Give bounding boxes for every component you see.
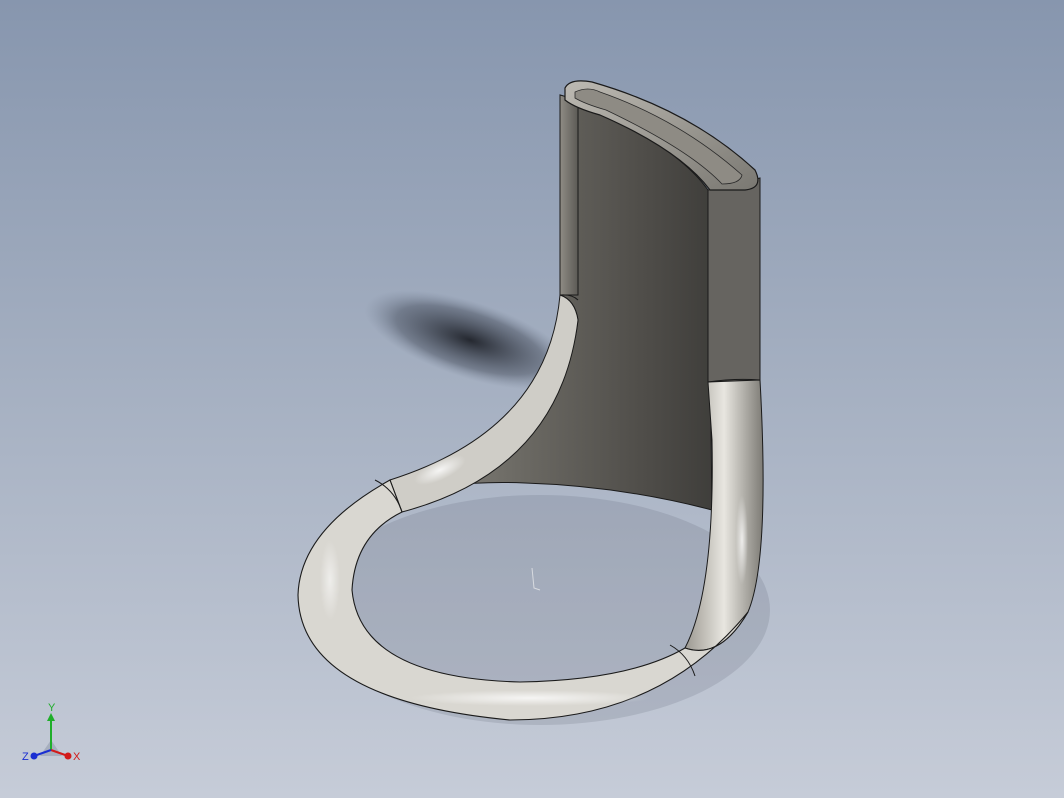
triad-y-label: Y	[48, 702, 56, 714]
ring-highlight-left	[320, 540, 340, 620]
triad-x-arrow	[64, 752, 72, 760]
triad-z-label: Z	[22, 751, 29, 763]
graphics-viewport[interactable]: Y X Z	[0, 0, 1064, 798]
right-tube-highlight	[736, 495, 748, 585]
orientation-triad[interactable]: Y X Z	[16, 700, 96, 780]
panel-right-strip	[707, 177, 761, 383]
3d-model-view[interactable]	[0, 0, 1064, 798]
triad-x-label: X	[73, 751, 81, 763]
ring-highlight-bottom	[410, 690, 650, 706]
triad-z-arrow	[30, 752, 38, 760]
panel-left-face	[559, 94, 579, 296]
triad-y-arrow	[47, 713, 55, 721]
